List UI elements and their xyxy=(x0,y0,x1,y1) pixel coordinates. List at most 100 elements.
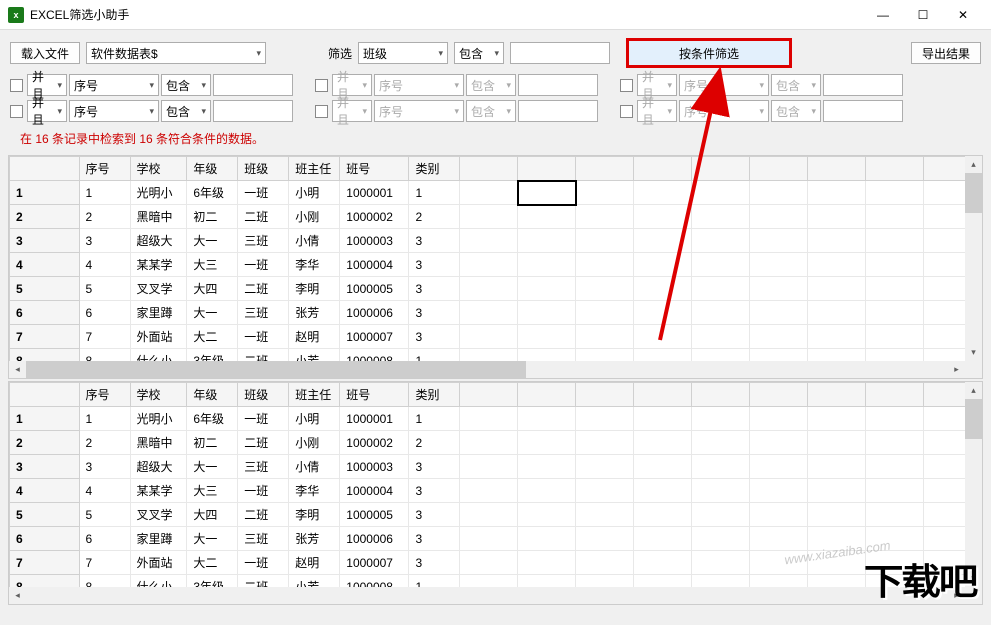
and-combo[interactable]: 并且▾ xyxy=(332,100,372,122)
row-header[interactable]: 7 xyxy=(10,325,80,349)
checkbox[interactable] xyxy=(10,79,23,92)
contains-combo-4[interactable]: 包含▾ xyxy=(771,74,821,96)
cell[interactable]: 2 xyxy=(79,431,130,455)
checkbox[interactable] xyxy=(10,105,23,118)
cell[interactable]: 3 xyxy=(79,455,130,479)
cell[interactable]: 1000001 xyxy=(340,407,409,431)
filter-value-3[interactable] xyxy=(518,74,598,96)
cell[interactable]: 6 xyxy=(79,527,130,551)
cell[interactable]: 光明小 xyxy=(130,181,187,205)
cell[interactable]: 李明 xyxy=(289,277,340,301)
cell[interactable]: 大三 xyxy=(187,479,238,503)
filter-value-7[interactable] xyxy=(823,100,903,122)
scroll-right-icon[interactable]: ▸ xyxy=(948,587,965,604)
data-table[interactable]: 序号学校年级班级班主任班号类别 11光明小6年级一班小明1000001122黑暗… xyxy=(9,382,982,599)
cell[interactable]: 二班 xyxy=(238,277,289,301)
cell[interactable]: 大一 xyxy=(187,527,238,551)
scroll-down-icon[interactable]: ▾ xyxy=(965,344,982,361)
cell[interactable]: 1 xyxy=(409,181,460,205)
col-header[interactable]: 学校 xyxy=(130,383,187,407)
cell[interactable]: 1 xyxy=(79,407,130,431)
cell[interactable]: 1000003 xyxy=(340,229,409,253)
cell[interactable]: 4 xyxy=(79,479,130,503)
table-row[interactable]: 55叉叉学大四二班李明10000053 xyxy=(10,503,982,527)
cell[interactable]: 1000002 xyxy=(340,205,409,229)
cell[interactable]: 3 xyxy=(409,503,460,527)
and-combo[interactable]: 并且▾ xyxy=(332,74,372,96)
table-row[interactable]: 22黑暗中初二二班小刚10000022 xyxy=(10,205,982,229)
scroll-thumb[interactable] xyxy=(965,399,982,439)
load-file-button[interactable]: 载入文件 xyxy=(10,42,80,64)
col-header[interactable]: 年级 xyxy=(187,157,238,181)
cell[interactable]: 三班 xyxy=(238,229,289,253)
cell[interactable]: 赵明 xyxy=(289,325,340,349)
cell[interactable]: 一班 xyxy=(238,325,289,349)
cell[interactable]: 1 xyxy=(409,407,460,431)
cell[interactable]: 1000007 xyxy=(340,551,409,575)
scroll-down-icon[interactable]: ▾ xyxy=(965,570,982,587)
col-header[interactable]: 班级 xyxy=(238,157,289,181)
field-combo[interactable]: 序号▾ xyxy=(69,100,159,122)
cell[interactable]: 2 xyxy=(409,431,460,455)
table-row[interactable]: 44某某学大三一班李华10000043 xyxy=(10,479,982,503)
contains-combo-7[interactable]: 包含▾ xyxy=(771,100,821,122)
field-combo[interactable]: 序号▾ xyxy=(374,74,464,96)
cell[interactable]: 小明 xyxy=(289,181,340,205)
data-table[interactable]: 序号学校年级班级班主任班号类别 11光明小6年级一班小明1000001122黑暗… xyxy=(9,156,982,373)
cell[interactable]: 某某学 xyxy=(130,479,187,503)
and-combo[interactable]: 并且▾ xyxy=(637,100,677,122)
col-header[interactable]: 班主任 xyxy=(289,157,340,181)
cell[interactable]: 2 xyxy=(409,205,460,229)
cell[interactable]: 初二 xyxy=(187,431,238,455)
checkbox[interactable] xyxy=(315,79,328,92)
cell[interactable]: 某某学 xyxy=(130,253,187,277)
row-header[interactable]: 2 xyxy=(10,431,80,455)
scroll-left-icon[interactable]: ◂ xyxy=(9,587,26,604)
cell[interactable]: 三班 xyxy=(238,301,289,325)
cell[interactable]: 小明 xyxy=(289,407,340,431)
cell[interactable]: 三班 xyxy=(238,455,289,479)
scroll-left-icon[interactable]: ◂ xyxy=(9,361,26,378)
cell[interactable]: 3 xyxy=(409,301,460,325)
row-header[interactable]: 6 xyxy=(10,527,80,551)
cell[interactable]: 1000004 xyxy=(340,479,409,503)
cell[interactable]: 1000006 xyxy=(340,527,409,551)
cell[interactable]: 黑暗中 xyxy=(130,431,187,455)
col-header[interactable]: 类别 xyxy=(409,383,460,407)
search-button[interactable]: 按条件筛选 xyxy=(626,38,792,68)
and-combo[interactable]: 并且▾ xyxy=(27,74,67,96)
cell[interactable]: 外面站 xyxy=(130,325,187,349)
cell[interactable]: 7 xyxy=(79,325,130,349)
row-header[interactable]: 6 xyxy=(10,301,80,325)
cell[interactable]: 叉叉学 xyxy=(130,277,187,301)
cell[interactable]: 外面站 xyxy=(130,551,187,575)
col-header[interactable]: 班号 xyxy=(340,157,409,181)
cell[interactable]: 超级大 xyxy=(130,229,187,253)
table-row[interactable]: 44某某学大三一班李华10000043 xyxy=(10,253,982,277)
table-row[interactable]: 22黑暗中初二二班小刚10000022 xyxy=(10,431,982,455)
cell[interactable]: 5 xyxy=(79,277,130,301)
cell[interactable]: 小刚 xyxy=(289,431,340,455)
cell[interactable]: 4 xyxy=(79,253,130,277)
row-header[interactable]: 2 xyxy=(10,205,80,229)
contains-combo-5[interactable]: 包含▾ xyxy=(161,100,211,122)
scrollbar-vertical[interactable]: ▴▾ xyxy=(965,382,982,587)
cell[interactable]: 李华 xyxy=(289,479,340,503)
cell[interactable]: 光明小 xyxy=(130,407,187,431)
cell[interactable]: 张芳 xyxy=(289,527,340,551)
contains-combo-2[interactable]: 包含▾ xyxy=(161,74,211,96)
filter-value-5[interactable] xyxy=(213,100,293,122)
col-header[interactable]: 序号 xyxy=(79,157,130,181)
cell[interactable]: 一班 xyxy=(238,407,289,431)
cell[interactable]: 5 xyxy=(79,503,130,527)
table-row[interactable]: 55叉叉学大四二班李明10000053 xyxy=(10,277,982,301)
table-row[interactable]: 77外面站大二一班赵明10000073 xyxy=(10,325,982,349)
cell[interactable]: 李明 xyxy=(289,503,340,527)
cell[interactable]: 1000003 xyxy=(340,455,409,479)
scrollbar-horizontal[interactable]: ◂▸ xyxy=(9,361,982,378)
cell[interactable]: 大一 xyxy=(187,301,238,325)
filter-field-combo[interactable]: 班级▾ xyxy=(358,42,448,64)
table-row[interactable]: 77外面站大二一班赵明10000073 xyxy=(10,551,982,575)
scroll-thumb[interactable] xyxy=(26,361,526,378)
cell[interactable]: 张芳 xyxy=(289,301,340,325)
